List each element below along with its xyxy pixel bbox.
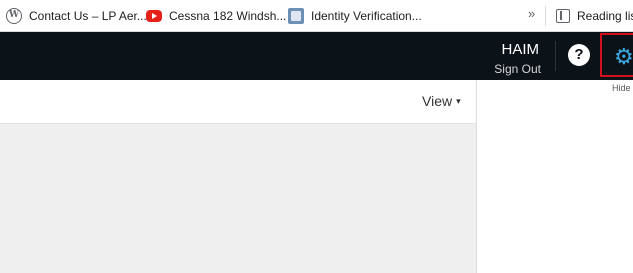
view-label: View <box>422 93 453 109</box>
id-card-icon <box>288 8 304 24</box>
bookmark-label: Contact Us – LP Aer... <box>29 9 147 23</box>
header-divider <box>555 41 556 71</box>
right-panel <box>477 80 633 273</box>
help-button[interactable]: ? <box>568 44 590 66</box>
reading-list-icon <box>556 9 570 23</box>
bookmark-cessna[interactable]: Cessna 182 Windsh... <box>146 7 286 25</box>
main-content: View ▾ <box>0 80 477 273</box>
hide-panel-label[interactable]: Hide ... <box>612 83 633 93</box>
bookmarks-separator <box>545 6 546 26</box>
bookmark-label: Cessna 182 Windsh... <box>169 9 287 23</box>
reading-list-button[interactable]: Reading list <box>556 7 633 25</box>
view-dropdown-button[interactable]: View ▾ <box>422 93 461 109</box>
youtube-icon <box>146 10 162 22</box>
content-toolbar: View ▾ <box>0 80 476 124</box>
caret-down-icon: ▾ <box>456 95 461 106</box>
wordpress-icon: W <box>6 8 22 24</box>
app-header: HAIM Sign Out ? <box>0 32 633 80</box>
user-name: HAIM <box>501 41 540 58</box>
bookmarks-overflow-button[interactable]: » <box>528 6 535 21</box>
bookmark-contact-us[interactable]: W Contact Us – LP Aer... <box>6 7 147 25</box>
sign-out-link[interactable]: Sign Out <box>494 62 541 76</box>
bookmark-identity-verification[interactable]: Identity Verification... <box>288 7 422 25</box>
bookmarks-bar: W Contact Us – LP Aer... Cessna 182 Wind… <box>0 0 633 32</box>
bookmark-label: Identity Verification... <box>311 9 422 23</box>
reading-list-label: Reading list <box>577 9 633 23</box>
gear-icon[interactable]: ⚙ <box>614 46 633 68</box>
